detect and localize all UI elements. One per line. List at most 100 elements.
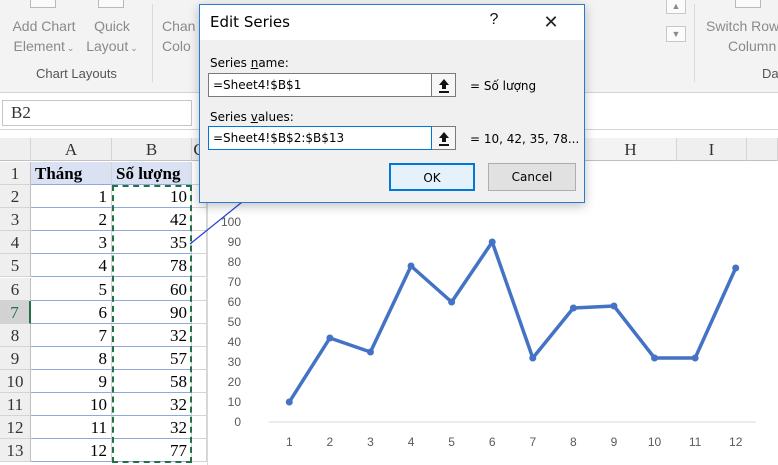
data-point <box>732 264 740 272</box>
add-chart-element-icon <box>30 0 56 8</box>
x-tick-label: 12 <box>729 435 743 449</box>
row-header-4[interactable]: 4 <box>0 231 31 254</box>
y-tick-label: 60 <box>228 295 242 309</box>
row-header-3[interactable]: 3 <box>0 208 31 231</box>
cell-a7[interactable]: 6 <box>31 301 112 324</box>
cancel-button[interactable]: Cancel <box>488 163 576 191</box>
row-header-2[interactable]: 2 <box>0 185 31 208</box>
name-box[interactable]: B2 <box>2 100 192 126</box>
cell-c12[interactable] <box>192 416 207 439</box>
ribbon-separator <box>694 4 695 82</box>
cell-b7[interactable]: 90 <box>112 301 192 324</box>
chevron-down-icon: ⌄ <box>66 43 75 53</box>
cell-b6[interactable]: 60 <box>112 278 192 301</box>
cell-b12[interactable]: 32 <box>112 416 192 439</box>
gallery-scroll-down-icon[interactable]: ▼ <box>666 26 686 42</box>
row-header-10[interactable]: 10 <box>0 370 31 393</box>
cell-b10[interactable]: 58 <box>112 370 192 393</box>
x-tick-label: 11 <box>689 435 702 449</box>
row-header-6[interactable]: 6 <box>0 278 31 301</box>
gallery-scroll-up-icon[interactable]: ▲ <box>666 0 686 14</box>
row-header-5[interactable]: 5 <box>0 254 31 277</box>
cell-b11[interactable]: 32 <box>112 393 192 416</box>
column-header-b[interactable]: B <box>112 138 192 161</box>
add-chart-element-button[interactable]: Add Chart Element ⌄ <box>6 16 82 58</box>
select-all-corner[interactable] <box>0 138 31 161</box>
cell-a5[interactable]: 4 <box>31 254 112 277</box>
row-header-8[interactable]: 8 <box>0 324 31 347</box>
add-chart-element-label-2: Element <box>13 38 65 54</box>
line-chart[interactable]: 0 10 20 30 40 50 60 70 80 90 100 1 2 3 4 5 6 7 8 9 10 11 12 <box>207 194 778 465</box>
y-tick-label: 50 <box>228 315 242 329</box>
cell-b8[interactable]: 32 <box>112 324 192 347</box>
row-header-9[interactable]: 9 <box>0 347 31 370</box>
series-values-input[interactable]: =Sheet4!$B$2:$B$13 <box>208 126 432 150</box>
cell-b13[interactable]: 77 <box>112 439 192 462</box>
collapse-dialog-icon <box>439 132 449 146</box>
switch-row-column-button[interactable]: Switch Row/ Column <box>706 16 778 56</box>
ok-button[interactable]: OK <box>389 163 475 191</box>
y-tick-label: 20 <box>228 375 242 389</box>
chevron-down-icon: ⌄ <box>130 43 138 53</box>
edit-series-dialog: Edit Series ? ✕ Series name: =Sheet4!$B$… <box>199 4 585 203</box>
series-values-collapse-button[interactable] <box>432 126 456 150</box>
data-point <box>569 304 577 312</box>
cell-a10[interactable]: 9 <box>31 370 112 393</box>
close-icon[interactable]: ✕ <box>534 9 568 35</box>
cell-a8[interactable]: 7 <box>31 324 112 347</box>
x-tick-label: 6 <box>489 435 496 449</box>
cell-b5[interactable]: 78 <box>112 254 192 277</box>
series-name-input[interactable]: =Sheet4!$B$1 <box>208 73 432 97</box>
change-colors-button[interactable]: Chan Colo <box>162 16 202 56</box>
cell-a4[interactable]: 3 <box>31 231 112 254</box>
cell-b9[interactable]: 57 <box>112 347 192 370</box>
cell-a13[interactable]: 12 <box>31 439 112 462</box>
cell-b3[interactable]: 42 <box>112 208 192 231</box>
cell-a3[interactable]: 2 <box>31 208 112 231</box>
data-point <box>691 354 699 362</box>
cell-c11[interactable] <box>192 393 207 416</box>
cell-c9[interactable] <box>192 347 207 370</box>
cell-c5[interactable] <box>192 254 207 277</box>
cell-b4[interactable]: 35 <box>112 231 192 254</box>
row-header-12[interactable]: 12 <box>0 416 31 439</box>
cell-b1-header[interactable]: Số lượng <box>112 162 192 185</box>
column-header-i[interactable]: I <box>677 138 747 161</box>
data-point <box>326 334 334 342</box>
cell-c8[interactable] <box>192 324 207 347</box>
cell-a1-header[interactable]: Tháng <box>31 162 112 185</box>
add-chart-element-label-1: Add Chart <box>12 18 76 34</box>
data-point <box>610 302 618 310</box>
cell-c7[interactable] <box>192 301 207 324</box>
quick-layout-button[interactable]: Quick Layout ⌄ <box>82 16 142 58</box>
dialog-title: Edit Series <box>210 13 290 31</box>
cell-c4[interactable] <box>192 231 207 254</box>
cell-a12[interactable]: 11 <box>31 416 112 439</box>
y-tick-label: 10 <box>228 395 242 409</box>
cell-a6[interactable]: 5 <box>31 278 112 301</box>
data-point <box>448 298 456 306</box>
change-colors-label-1: Chan <box>162 18 196 34</box>
row-header-13[interactable]: 13 <box>0 439 31 462</box>
cell-b2[interactable]: 10 <box>112 185 192 208</box>
cell-c13[interactable] <box>192 439 207 462</box>
x-tick-label: 2 <box>327 435 334 449</box>
row-header-11[interactable]: 11 <box>0 393 31 416</box>
column-header-partial[interactable] <box>747 138 778 161</box>
cell-c3[interactable] <box>192 208 207 231</box>
column-header-a[interactable]: A <box>31 138 112 161</box>
cell-c10[interactable] <box>192 370 207 393</box>
row-header-1[interactable]: 1 <box>0 162 31 185</box>
cell-c6[interactable] <box>192 278 207 301</box>
series-values-label: Series values: <box>210 110 294 124</box>
cell-a2[interactable]: 1 <box>31 185 112 208</box>
quick-layout-label-1: Quick <box>94 18 130 34</box>
help-icon[interactable]: ? <box>482 11 506 29</box>
cell-a11[interactable]: 10 <box>31 393 112 416</box>
row-header-7[interactable]: 7 <box>0 301 31 324</box>
column-header-h[interactable]: H <box>585 138 677 161</box>
change-colors-label-2: Colo <box>162 38 191 54</box>
cell-a9[interactable]: 8 <box>31 347 112 370</box>
series-name-collapse-button[interactable] <box>432 73 456 97</box>
dialog-titlebar[interactable]: Edit Series ? ✕ <box>200 5 584 40</box>
